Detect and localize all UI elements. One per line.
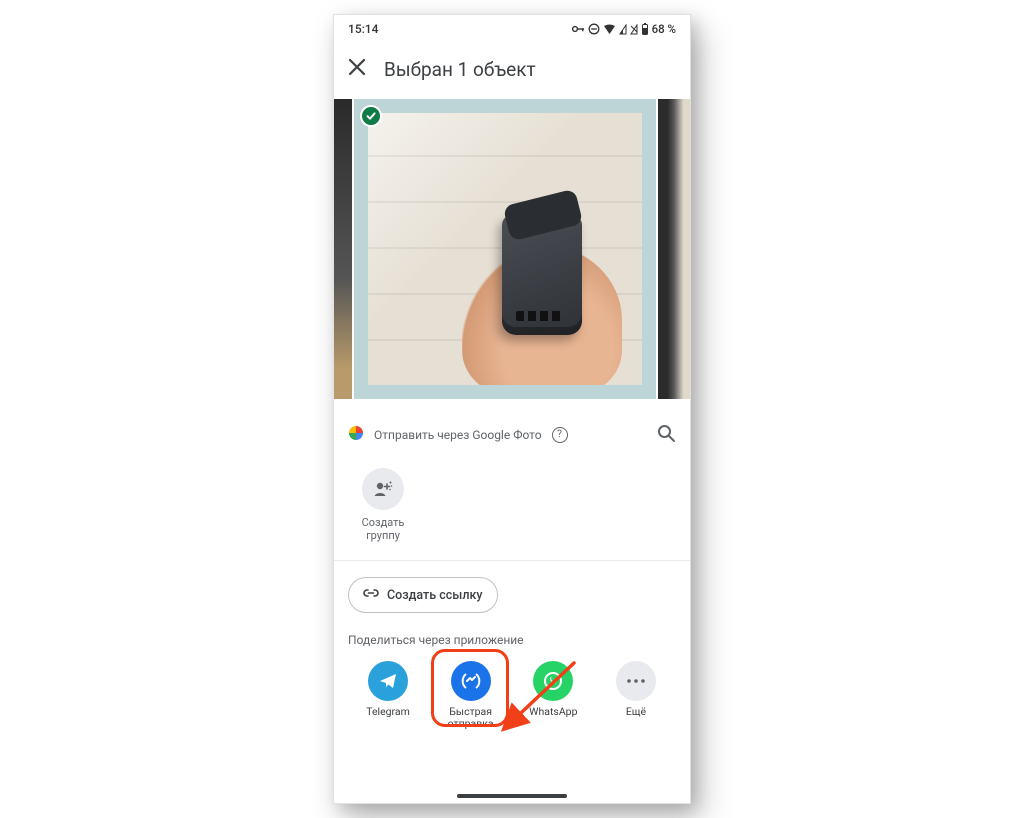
nearby-share-icon — [451, 661, 491, 701]
google-photos-label: Отправить через Google Фото — [374, 428, 542, 442]
nav-gesture-handle[interactable] — [457, 794, 567, 798]
battery-icon — [641, 23, 649, 35]
nearby-label: Быстрая отправка — [448, 706, 494, 730]
share-app-more[interactable]: Ещё — [600, 661, 672, 730]
do-not-disturb-icon — [588, 23, 600, 35]
share-apps-section-label: Поделиться через приложение — [348, 621, 676, 657]
help-icon[interactable]: ? — [552, 427, 568, 443]
photo-content — [368, 113, 642, 385]
divider — [334, 560, 690, 561]
create-group-label: Создать группу — [362, 516, 405, 542]
share-apps-row: Telegram Быстрая отправка WhatsApp Ещё — [348, 657, 676, 740]
group-add-icon — [362, 468, 404, 510]
whatsapp-label: WhatsApp — [529, 706, 577, 718]
more-icon — [616, 661, 656, 701]
telegram-label: Telegram — [366, 706, 410, 718]
link-icon — [363, 585, 379, 605]
wifi-icon — [603, 24, 616, 35]
status-indicators: 68 % — [571, 22, 676, 36]
prev-photo-thumb[interactable] — [334, 99, 352, 399]
whatsapp-icon — [533, 661, 573, 701]
telegram-icon — [368, 661, 408, 701]
selected-check-icon — [360, 105, 382, 127]
signal-1-icon — [619, 24, 627, 35]
selected-photo[interactable] — [354, 99, 656, 399]
photo-carousel[interactable] — [334, 95, 690, 403]
create-link-label: Создать ссылку — [387, 588, 483, 603]
next-photo-thumb[interactable] — [658, 99, 690, 399]
status-bar: 15:14 68 % — [334, 15, 690, 43]
share-app-telegram[interactable]: Telegram — [352, 661, 424, 730]
share-app-nearby[interactable]: Быстрая отправка — [435, 661, 507, 730]
google-photos-share-row: Отправить через Google Фото ? — [348, 417, 676, 464]
share-app-whatsapp[interactable]: WhatsApp — [517, 661, 589, 730]
google-photos-icon — [348, 425, 364, 444]
create-link-button[interactable]: Создать ссылку — [348, 577, 498, 613]
create-group-button[interactable]: Создать группу — [348, 464, 418, 560]
phone-screenshot: 15:14 68 % Выбран 1 объект — [333, 14, 691, 804]
signal-2-icon — [630, 24, 638, 35]
share-panel: Отправить через Google Фото ? Создать гр… — [334, 403, 690, 741]
more-label: Ещё — [626, 706, 646, 718]
vpn-key-icon — [571, 24, 585, 34]
app-bar: Выбран 1 объект — [334, 43, 690, 95]
close-icon[interactable] — [348, 57, 366, 81]
page-title: Выбран 1 объект — [384, 58, 536, 81]
search-icon[interactable] — [656, 423, 676, 446]
status-time: 15:14 — [348, 22, 378, 36]
battery-percent: 68 % — [652, 22, 676, 36]
